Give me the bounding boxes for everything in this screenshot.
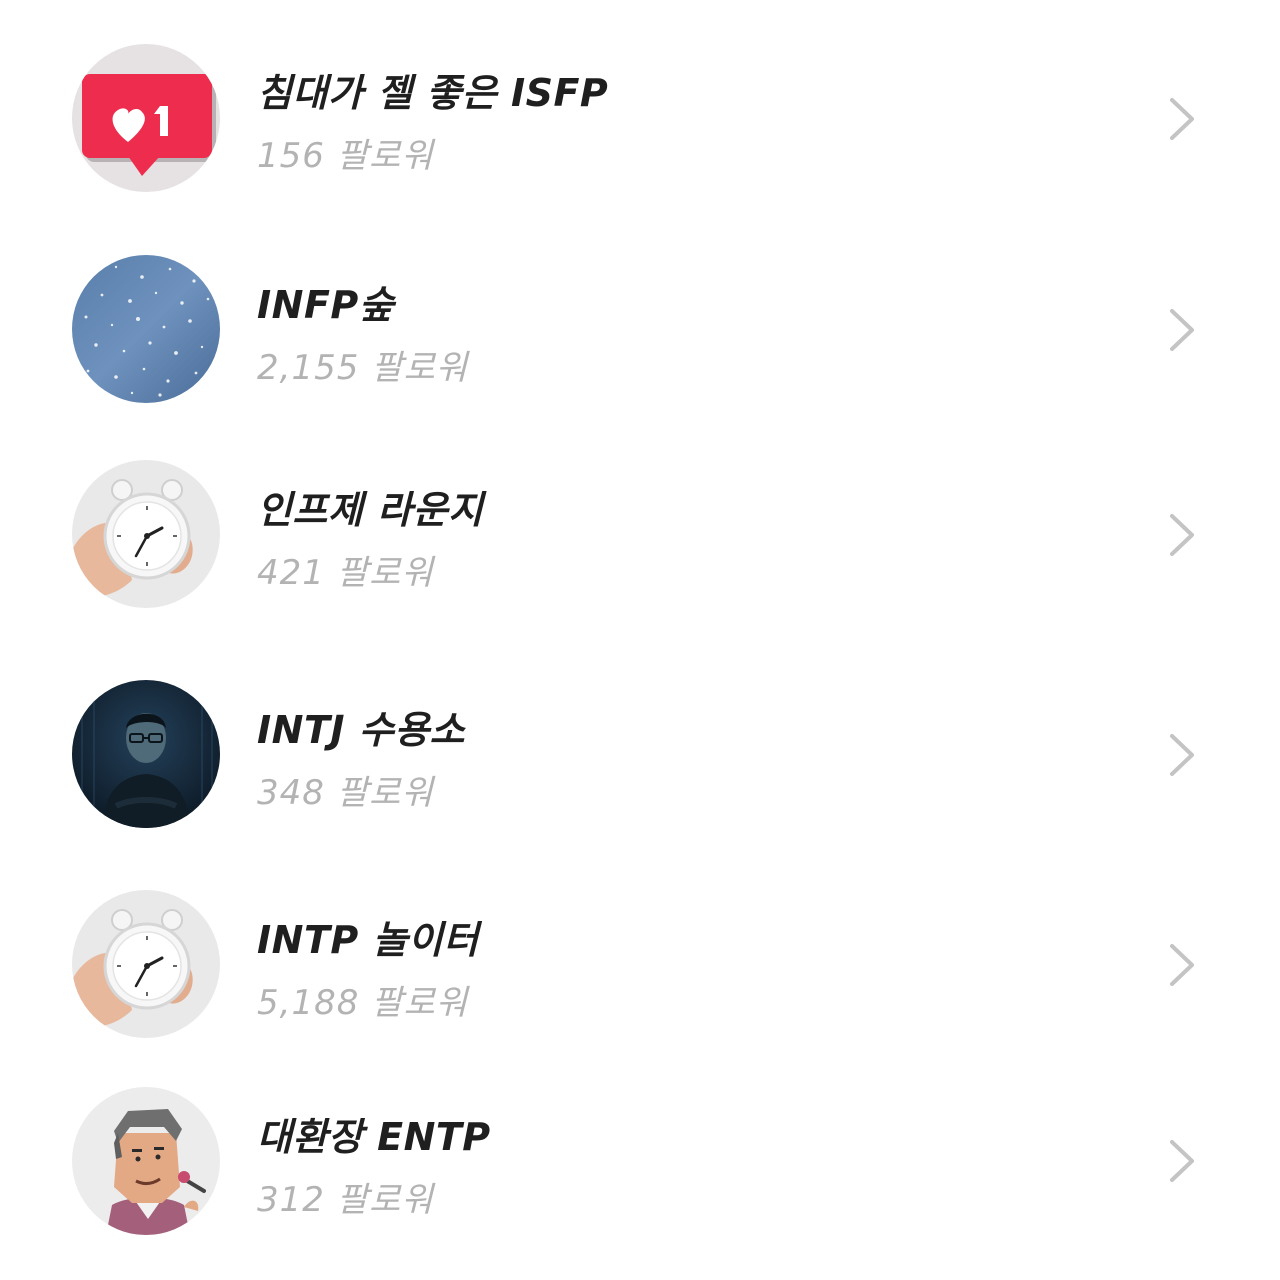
room-list-item[interactable]: INFP숲 2,155 팔로워 <box>0 240 1280 430</box>
follower-count: 348 팔로워 <box>257 765 434 814</box>
room-list-item[interactable]: INTJ 수용소 348 팔로워 <box>0 665 1280 855</box>
chevron-right-icon <box>1170 1140 1194 1182</box>
follower-count: 156 팔로워 <box>257 128 434 177</box>
follower-count: 312 팔로워 <box>257 1172 434 1221</box>
follower-count: 5,188 팔로워 <box>257 975 468 1024</box>
room-list-item[interactable]: INTP 놀이터 5,188 팔로워 <box>0 875 1280 1065</box>
follower-number: 2,155 <box>257 348 360 388</box>
follower-number: 348 <box>257 773 325 813</box>
alarm-clock-avatar <box>72 460 220 608</box>
room-list-item[interactable]: 인프제 라운지 421 팔로워 <box>0 445 1280 635</box>
follower-label: 팔로워 <box>336 136 434 176</box>
alarm-clock-in-hand-image <box>72 460 220 608</box>
sparkling-water-image <box>72 255 220 403</box>
chevron-right-icon <box>1170 734 1194 776</box>
room-list-item[interactable]: 대환장 ENTP 312 팔로워 <box>0 1072 1280 1262</box>
cartoon-man-avatar <box>72 1087 220 1235</box>
room-title: 침대가 젤 좋은 ISFP <box>257 71 609 115</box>
room-list-item[interactable]: 침대가 젤 좋은 ISFP 156 팔로워 <box>0 28 1280 218</box>
room-title: 인프제 라운지 <box>257 488 484 532</box>
room-title: 대환장 ENTP <box>257 1115 491 1159</box>
follower-label: 팔로워 <box>336 773 434 813</box>
chevron-right-icon <box>1170 309 1194 351</box>
follower-label: 팔로워 <box>336 553 434 593</box>
like-notification-avatar <box>72 44 220 192</box>
room-title: INTP 놀이터 <box>257 918 479 962</box>
follower-count: 2,155 팔로워 <box>257 340 468 389</box>
alarm-clock-in-hand-image <box>72 890 220 1038</box>
follower-number: 156 <box>257 136 325 176</box>
follower-label: 팔로워 <box>336 1180 434 1220</box>
cartoon-man-with-microphone-image <box>72 1087 220 1235</box>
man-in-glasses-dark-image <box>72 680 220 828</box>
follower-label: 팔로워 <box>371 348 469 388</box>
follower-number: 312 <box>257 1180 325 1220</box>
follower-number: 5,188 <box>257 983 360 1023</box>
alarm-clock-avatar <box>72 890 220 1038</box>
sparkling-water-avatar <box>72 255 220 403</box>
like-notification-icon <box>72 44 220 192</box>
follower-label: 팔로워 <box>371 983 469 1023</box>
chevron-right-icon <box>1170 98 1194 140</box>
follower-count: 421 팔로워 <box>257 545 434 594</box>
follower-number: 421 <box>257 553 325 593</box>
room-title: INFP숲 <box>257 283 395 327</box>
man-in-glasses-avatar <box>72 680 220 828</box>
chevron-right-icon <box>1170 944 1194 986</box>
open-chat-room-list: 침대가 젤 좋은 ISFP 156 팔로워 INFP숲 2,155 팔로워 인프… <box>0 0 1280 1280</box>
room-title: INTJ 수용소 <box>257 708 466 752</box>
chevron-right-icon <box>1170 514 1194 556</box>
